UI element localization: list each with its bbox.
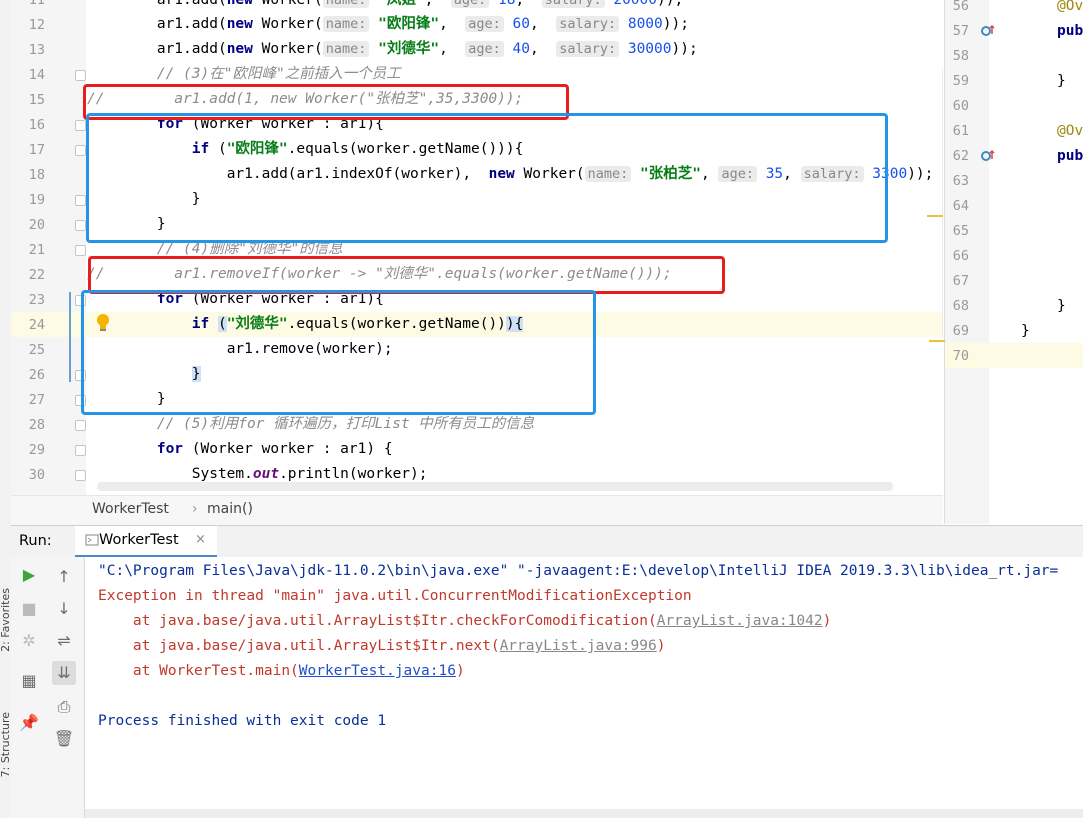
- run-toolbar: ▶ ↑ ■ ↓ ✲ ⇌ ▦ ⇊ ⎙ 📌 🗑: [11, 557, 85, 818]
- right-code-line[interactable]: 62 pub: [945, 144, 1083, 169]
- stack-trace-line: at java.base/java.util.ArrayList$Itr.che…: [98, 613, 832, 629]
- right-code-line[interactable]: 60: [945, 94, 1083, 119]
- right-code-line[interactable]: 59}: [945, 69, 1083, 94]
- change-marker: [69, 292, 71, 382]
- fold-marker[interactable]: [75, 470, 86, 481]
- stack-trace-link[interactable]: WorkerTest.java:16: [299, 663, 456, 679]
- code-editor[interactable]: 11 12 13 14 15 16 17 18 19 20 21 22 23 24 25 26 27 28 29 30…: [11, 0, 943, 495]
- line-number: 60: [952, 98, 969, 114]
- right-code-line[interactable]: 61 @Ov: [945, 119, 1083, 144]
- right-code-line[interactable]: 58: [945, 44, 1083, 69]
- line-number: 68: [952, 298, 969, 314]
- warning-marker[interactable]: [929, 340, 945, 342]
- scroll-down-icon[interactable]: ↓: [52, 597, 76, 621]
- right-code-line[interactable]: 57 pub: [945, 19, 1083, 44]
- stack-trace-line: at java.base/java.util.ArrayList$Itr.nex…: [98, 638, 666, 654]
- right-code-line[interactable]: 56 @Ov: [945, 0, 1083, 19]
- right-code-line[interactable]: 68}: [945, 294, 1083, 319]
- line-number: 70: [952, 348, 969, 364]
- fold-marker[interactable]: [75, 195, 86, 206]
- rerun-icon[interactable]: ▶: [17, 563, 41, 587]
- soft-wrap-icon[interactable]: ⇌: [52, 629, 76, 653]
- run-tab-label: WorkerTest: [99, 532, 179, 548]
- scroll-to-end-icon[interactable]: ⇊: [52, 661, 76, 685]
- breadcrumb-separator: ›: [192, 501, 198, 517]
- breadcrumb-file[interactable]: WorkerTest: [92, 501, 169, 517]
- line-number: 62: [952, 148, 969, 164]
- close-icon[interactable]: ×: [195, 532, 206, 547]
- line-number: 63: [952, 173, 969, 189]
- line-number: 69: [952, 323, 969, 339]
- blue-annotation-box: [86, 113, 888, 243]
- right-code-text: @Ov: [1057, 123, 1083, 139]
- stack-trace-link[interactable]: ArrayList.java:1042: [657, 613, 823, 629]
- breadcrumb-method[interactable]: main(): [207, 501, 253, 517]
- right-code-line[interactable]: 63: [945, 169, 1083, 194]
- line-number: 56: [952, 0, 969, 14]
- right-code-text: @Ov: [1057, 0, 1083, 14]
- right-code-line[interactable]: 69}: [945, 319, 1083, 344]
- stack-trace-line: at WorkerTest.main(WorkerTest.java:16): [98, 663, 465, 679]
- right-code-line[interactable]: 64: [945, 194, 1083, 219]
- warning-marker[interactable]: [927, 215, 943, 217]
- code-line-28[interactable]: // (5)利用for 循环遍历，打印List 中所有员工的信息: [11, 412, 943, 437]
- pin-icon[interactable]: 📌: [17, 711, 41, 735]
- line-number: 64: [952, 198, 969, 214]
- code-line-12[interactable]: ar1.add(new Worker(name: "欧阳锋", age: 60,…: [11, 12, 943, 37]
- run-config-icon: [85, 533, 99, 546]
- console-output[interactable]: "C:\Program Files\Java\jdk-11.0.2\bin\ja…: [85, 557, 1083, 809]
- line-number: 59: [952, 73, 969, 89]
- stack-trace-link[interactable]: ArrayList.java:996: [500, 638, 657, 654]
- fold-marker[interactable]: [75, 70, 86, 81]
- editor-vertical-scrollbar[interactable]: [942, 68, 943, 338]
- debug-icon[interactable]: ✲: [17, 629, 41, 653]
- console-exception-line: Exception in thread "main" java.util.Con…: [98, 588, 692, 604]
- print-icon[interactable]: ⎙: [52, 695, 76, 719]
- fold-marker[interactable]: [75, 220, 86, 231]
- fold-marker[interactable]: [75, 145, 86, 156]
- line-number: 66: [952, 248, 969, 264]
- right-code-text: pub: [1057, 23, 1083, 39]
- run-label: Run:: [19, 533, 52, 549]
- right-code-line[interactable]: 66: [945, 244, 1083, 269]
- stop-icon[interactable]: ■: [17, 597, 41, 621]
- trash-icon[interactable]: 🗑: [52, 727, 76, 751]
- run-tool-window-header: Run: WorkerTest ×: [11, 525, 1083, 559]
- editor-horizontal-scrollbar[interactable]: [97, 482, 893, 491]
- fold-marker[interactable]: [75, 120, 86, 131]
- console-exit-line: Process finished with exit code 1: [98, 713, 387, 729]
- fold-marker[interactable]: [75, 420, 86, 431]
- right-code-text: pub: [1057, 148, 1083, 164]
- right-code-line[interactable]: 67: [945, 269, 1083, 294]
- run-tab-workertest[interactable]: WorkerTest ×: [75, 526, 217, 558]
- code-line-29[interactable]: for (Worker worker : ar1) {: [11, 437, 943, 462]
- red-annotation-box: [88, 256, 725, 294]
- console-horizontal-scrollbar[interactable]: [85, 809, 1083, 818]
- scroll-up-icon[interactable]: ↑: [52, 565, 76, 589]
- right-code-text: }: [1057, 73, 1066, 89]
- line-number: 57: [952, 23, 969, 39]
- breadcrumb: WorkerTest › main(): [11, 495, 943, 525]
- line-number: 67: [952, 273, 969, 289]
- layout-icon[interactable]: ▦: [17, 669, 41, 693]
- line-number: 61: [952, 123, 969, 139]
- console-command-line: "C:\Program Files\Java\jdk-11.0.2\bin\ja…: [98, 563, 1059, 579]
- right-code-line[interactable]: 70: [945, 344, 1083, 369]
- fold-marker[interactable]: [75, 445, 86, 456]
- line-number: 58: [952, 48, 969, 64]
- right-code-text: }: [1021, 323, 1030, 339]
- right-code-line[interactable]: 65: [945, 219, 1083, 244]
- code-line-13[interactable]: ar1.add(new Worker(name: "刘德华", age: 40,…: [11, 37, 943, 62]
- blue-annotation-box: [81, 290, 596, 415]
- split-editor-pane[interactable]: 56 @Ov 57 pub 58 59} 60 61 @Ov 62 pub 63 64 65 66 67 68}…: [929, 0, 1083, 524]
- right-code-text: }: [1057, 298, 1066, 314]
- fold-marker[interactable]: [75, 245, 86, 256]
- line-number: 65: [952, 223, 969, 239]
